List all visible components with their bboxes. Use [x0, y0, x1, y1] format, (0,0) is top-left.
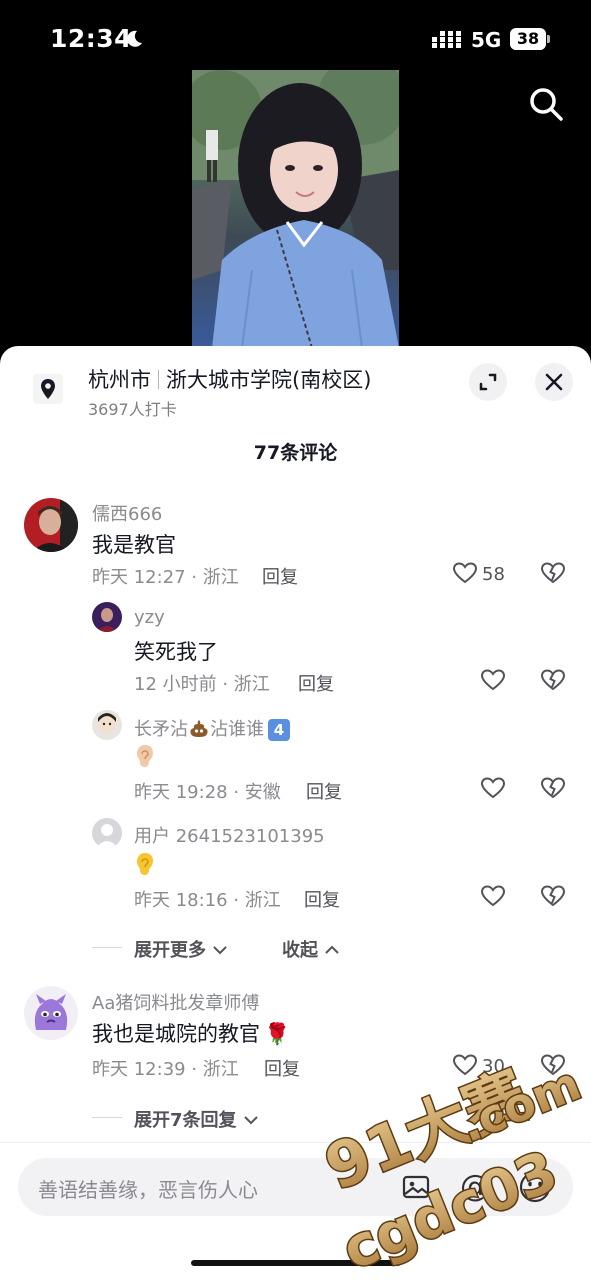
- expand-replies-button[interactable]: 展开7条回复: [134, 1106, 259, 1132]
- reply-time: 12 小时前 · 浙江: [134, 674, 270, 695]
- number-badge: 4: [268, 719, 290, 741]
- comment-username[interactable]: 儒西666: [92, 500, 162, 526]
- comment-input[interactable]: 善语结善缘，恶言伤人心 @: [18, 1158, 573, 1216]
- reply-username[interactable]: 用户 2641523101395: [134, 822, 325, 848]
- checkin-count: 3697人打卡: [88, 400, 177, 419]
- video-image: [192, 70, 399, 348]
- ear-emoji-icon: [137, 853, 153, 875]
- home-indicator: [191, 1260, 401, 1266]
- comment-sheet: 杭州市 浙大城市学院(南校区) 3697人打卡 77条评论 儒西666 我是教官 …: [0, 346, 591, 1280]
- avatar[interactable]: [24, 986, 78, 1040]
- comment-input-placeholder: 善语结善缘，恶言伤人心: [38, 1178, 258, 1202]
- image-icon[interactable]: [401, 1172, 431, 1202]
- comment-username[interactable]: Aa猪饲料批发章师傅: [92, 989, 259, 1015]
- chevron-down-icon: [213, 946, 227, 955]
- rose-emoji: 🌹: [264, 1022, 291, 1046]
- video-thumbnail[interactable]: [192, 70, 399, 348]
- reply-text: [134, 851, 156, 882]
- avatar[interactable]: [24, 498, 78, 552]
- collapse-button[interactable]: 收起: [282, 936, 340, 962]
- reply-button[interactable]: 回复: [264, 1055, 300, 1081]
- heart-icon[interactable]: [480, 884, 506, 908]
- avatar[interactable]: [92, 710, 122, 740]
- reply-username[interactable]: 长矛沾 沾谁谁 4: [134, 715, 290, 741]
- reply-username-part: 长矛沾: [134, 719, 188, 740]
- avatar-image: [92, 602, 122, 632]
- battery-level: 38: [510, 28, 546, 50]
- ear-emoji-icon: [137, 745, 153, 767]
- expand-button[interactable]: [469, 363, 507, 401]
- comment-count-title: 77条评论: [253, 442, 338, 464]
- like-count: 58: [482, 564, 505, 585]
- location-title[interactable]: 杭州市 浙大城市学院(南校区): [88, 364, 371, 394]
- status-time: 12:34: [50, 24, 133, 53]
- heart-icon[interactable]: [480, 776, 506, 800]
- expand-replies-label: 展开7条回复: [134, 1110, 237, 1131]
- status-bar: 12:34 5G 38: [0, 0, 591, 80]
- chevron-up-icon: [325, 945, 339, 954]
- broken-heart-icon[interactable]: [540, 668, 566, 692]
- avatar-image: [92, 710, 122, 740]
- default-avatar-icon: [92, 818, 122, 848]
- heart-icon[interactable]: [452, 561, 478, 585]
- comment-text-part: 我也是城院的教官: [92, 1022, 260, 1046]
- expand-more-label: 展开更多: [134, 940, 206, 961]
- heart-icon[interactable]: [452, 1053, 478, 1077]
- broken-heart-icon[interactable]: [540, 1053, 566, 1077]
- reply-button[interactable]: 回复: [298, 670, 334, 696]
- broken-heart-icon[interactable]: [540, 561, 566, 585]
- reply-username[interactable]: yzy: [134, 607, 165, 628]
- divider: [0, 1142, 591, 1143]
- comment-time: 昨天 12:39 · 浙江: [92, 1059, 239, 1080]
- reply-button[interactable]: 回复: [306, 778, 342, 804]
- close-button[interactable]: [535, 363, 573, 401]
- thread-line: [92, 1117, 122, 1118]
- broken-heart-icon[interactable]: [540, 776, 566, 800]
- broken-heart-icon[interactable]: [540, 884, 566, 908]
- network-label: 5G: [471, 28, 502, 52]
- comment-time: 昨天 12:27 · 浙江: [92, 567, 239, 588]
- avatar-image: [24, 986, 78, 1040]
- location-pin-icon: [33, 374, 63, 404]
- avatar[interactable]: [92, 602, 122, 632]
- avatar[interactable]: [92, 818, 122, 848]
- chevron-down-icon: [244, 1116, 258, 1125]
- expand-more-button[interactable]: 展开更多: [134, 936, 228, 962]
- heart-icon[interactable]: [480, 668, 506, 692]
- battery-icon: 38: [510, 28, 550, 50]
- collapse-label: 收起: [282, 940, 318, 961]
- reply-text: 笑死我了: [134, 640, 218, 664]
- reply-button[interactable]: 回复: [304, 886, 340, 912]
- at-icon[interactable]: @: [458, 1170, 492, 1204]
- comment-text: 我也是城院的教官 🌹: [92, 1018, 290, 1048]
- comment-text: 我是教官: [92, 533, 176, 557]
- moon-icon: [127, 30, 142, 47]
- location-place: 浙大城市学院(南校区): [166, 368, 372, 392]
- reply-time: 昨天 18:16 · 浙江: [134, 890, 281, 911]
- reply-time: 昨天 19:28 · 安徽: [134, 782, 281, 803]
- signal-icon: [432, 31, 461, 48]
- reply-button[interactable]: 回复: [262, 563, 298, 589]
- emoji-icon[interactable]: [518, 1170, 552, 1204]
- reply-username-part: 沾谁谁: [210, 719, 264, 740]
- poop-emoji-icon: [190, 720, 208, 737]
- expand-icon: [479, 373, 497, 391]
- reply-text: [134, 743, 156, 774]
- like-count: 30: [482, 1056, 505, 1077]
- close-icon: [545, 373, 563, 391]
- avatar-image: [24, 498, 78, 552]
- location-city: 杭州市: [88, 368, 151, 392]
- search-icon[interactable]: [526, 84, 566, 124]
- thread-line: [92, 947, 122, 948]
